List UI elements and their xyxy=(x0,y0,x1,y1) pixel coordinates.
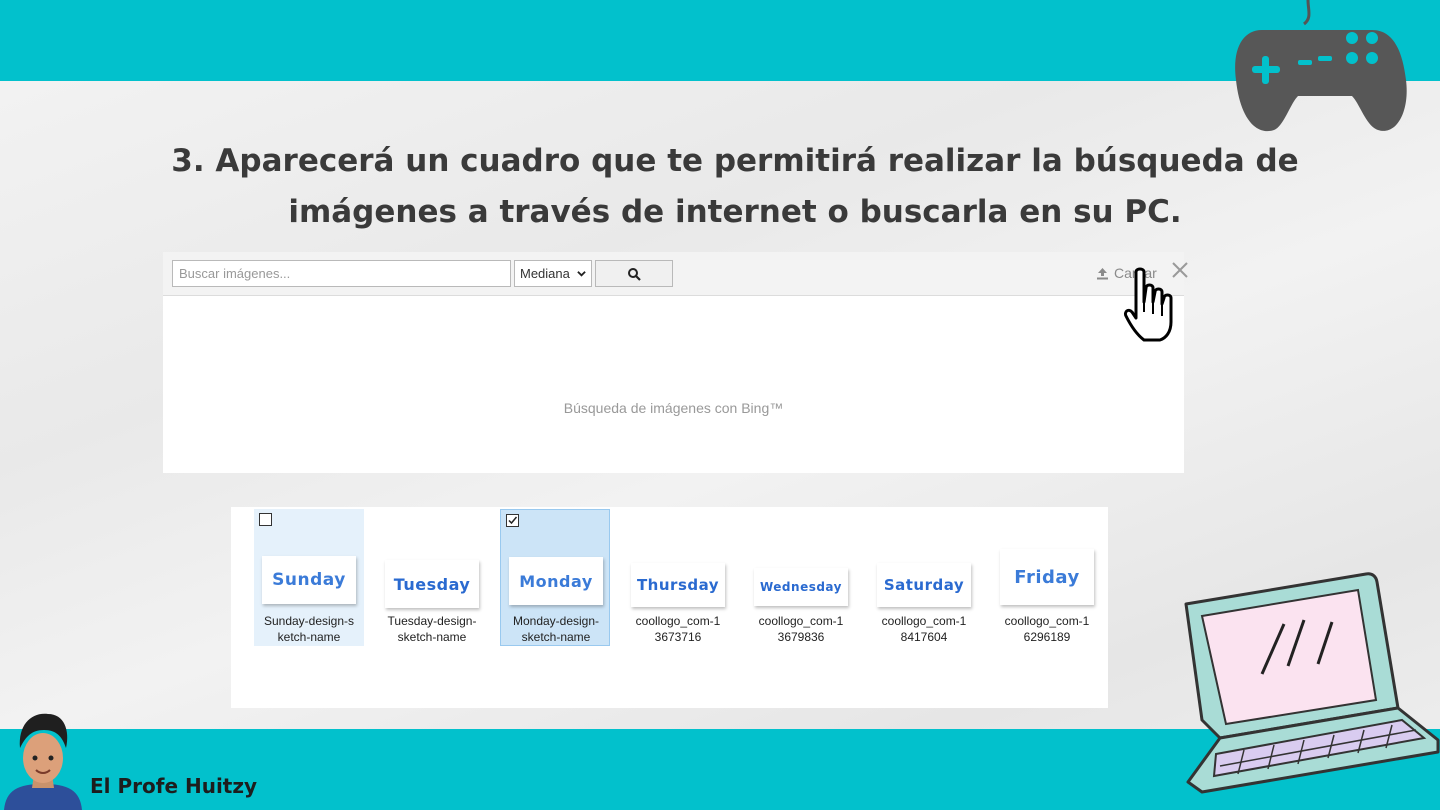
thumb-text: Monday xyxy=(519,571,593,591)
file-item[interactable]: Tuesday Tuesday-design- sketch-name xyxy=(377,509,487,646)
search-input[interactable] xyxy=(172,260,511,287)
thumb-text: Thursday xyxy=(636,576,720,594)
image-search-dialog: Mediana Cargar Búsqueda de imágenes con … xyxy=(163,252,1188,473)
file-name-line: 3673716 xyxy=(654,630,702,644)
instruction-heading: 3. Aparecerá un cuadro que te permitirá … xyxy=(171,143,1299,230)
hand-cursor-icon xyxy=(1124,267,1173,342)
file-name-line: Sunday-design-s xyxy=(263,614,355,628)
upload-icon xyxy=(1097,267,1108,279)
gamepad-icon xyxy=(1235,0,1407,132)
file-name-line: sketch-name xyxy=(397,630,467,644)
file-item[interactable]: Wednesday coollogo_com-1 3679836 xyxy=(746,509,856,646)
file-checkbox-checked[interactable] xyxy=(506,514,519,527)
bing-caption: Búsqueda de imágenes con Bing™ xyxy=(563,400,784,416)
thumb-text: Friday xyxy=(1014,566,1080,588)
file-name: Tuesday-design- sketch-name xyxy=(377,613,487,645)
chevron-down-icon xyxy=(577,271,586,277)
file-name-line: coollogo_com-1 xyxy=(635,614,721,628)
checkmark-icon xyxy=(508,516,518,525)
thumb-text: Wednesday xyxy=(759,580,842,594)
file-name-line: 8417604 xyxy=(900,630,948,644)
file-thumbnail: Thursday xyxy=(631,563,725,607)
file-thumbnail: Monday xyxy=(509,557,603,605)
file-browser-panel: Sunday Sunday-design-s ketch-name Tuesda… xyxy=(231,507,1108,708)
dialog-toolbar: Mediana Cargar xyxy=(163,252,1188,296)
search-button[interactable] xyxy=(595,260,673,287)
file-thumbnail: Tuesday xyxy=(385,560,479,608)
file-name-line: sketch-name xyxy=(521,630,591,644)
file-item-selected[interactable]: Monday Monday-design- sketch-name xyxy=(500,509,610,646)
file-name: Sunday-design-s ketch-name xyxy=(254,613,364,645)
file-name: coollogo_com-1 8417604 xyxy=(869,613,979,645)
file-thumbnail: Wednesday xyxy=(754,568,848,606)
file-thumbnail: Friday xyxy=(1000,549,1094,605)
thumb-text: Tuesday xyxy=(393,574,471,594)
file-name-line: 6296189 xyxy=(1023,630,1071,644)
file-name-line: 3679836 xyxy=(777,630,825,644)
file-item[interactable]: Saturday coollogo_com-1 8417604 xyxy=(869,509,979,646)
file-item[interactable]: Sunday Sunday-design-s ketch-name xyxy=(254,509,364,646)
file-item[interactable]: Friday coollogo_com-1 6296189 xyxy=(992,509,1102,646)
file-thumbnail: Sunday xyxy=(262,556,356,604)
file-name: coollogo_com-1 3679836 xyxy=(746,613,856,645)
brand-name: El Profe Huitzy xyxy=(90,774,258,798)
file-name: coollogo_com-1 6296189 xyxy=(992,613,1102,645)
size-select-value: Mediana xyxy=(520,266,570,281)
top-band xyxy=(0,0,1440,81)
file-checkbox[interactable] xyxy=(259,513,272,526)
file-name: Monday-design- sketch-name xyxy=(501,613,611,645)
avatar xyxy=(4,713,82,810)
file-item[interactable]: Thursday coollogo_com-1 3673716 xyxy=(623,509,733,646)
file-name: coollogo_com-1 3673716 xyxy=(623,613,733,645)
laptop-icon xyxy=(1184,572,1440,794)
file-thumbnail: Saturday xyxy=(877,563,971,607)
file-name-line: Monday-design- xyxy=(512,614,600,628)
file-name-line: coollogo_com-1 xyxy=(1004,614,1090,628)
search-icon xyxy=(628,267,641,281)
thumb-text: Saturday xyxy=(883,576,965,594)
thumb-text: Sunday xyxy=(272,570,346,590)
file-name-line: coollogo_com-1 xyxy=(881,614,967,628)
file-name-line: ketch-name xyxy=(277,630,341,644)
size-select[interactable]: Mediana xyxy=(514,260,592,287)
file-name-line: Tuesday-design- xyxy=(387,614,477,628)
file-name-line: coollogo_com-1 xyxy=(758,614,844,628)
